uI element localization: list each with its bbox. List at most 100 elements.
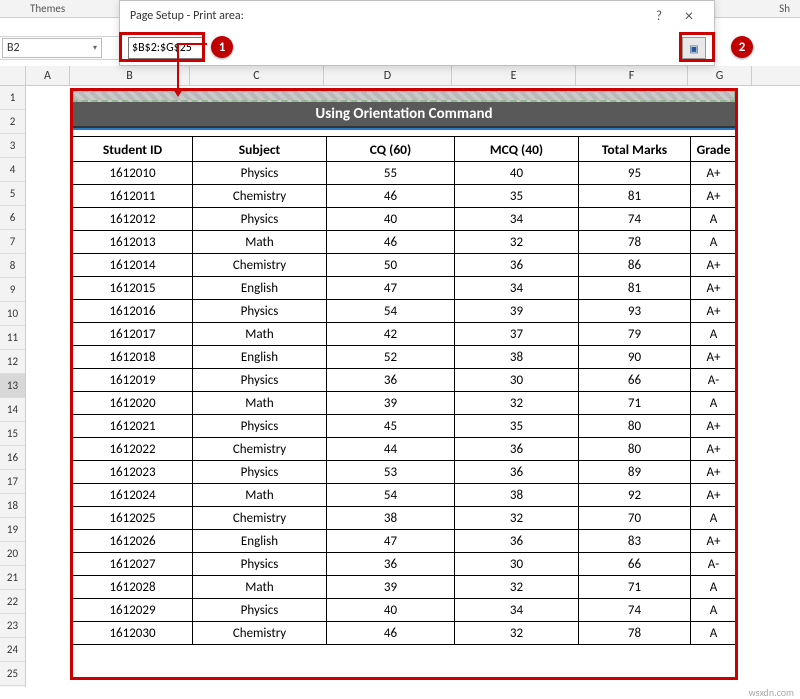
table-cell[interactable]: 34 [455,277,579,300]
table-cell[interactable]: 39 [455,300,579,323]
table-cell[interactable]: Math [193,323,327,346]
col-header-d[interactable]: D [324,66,452,85]
dialog-close-button[interactable]: × [674,7,704,26]
table-cell[interactable]: 1612020 [73,392,193,415]
table-cell[interactable]: 74 [579,208,691,231]
table-cell[interactable]: 1612014 [73,254,193,277]
table-cell[interactable]: A+ [691,438,737,461]
row-header[interactable]: 20 [0,542,25,566]
table-cell[interactable]: 55 [327,162,455,185]
table-cell[interactable]: 95 [579,162,691,185]
table-cell[interactable]: A+ [691,300,737,323]
row-header[interactable]: 15 [0,422,25,446]
print-area-input[interactable] [128,37,204,59]
table-cell[interactable]: 89 [579,461,691,484]
table-cell[interactable]: Physics [193,300,327,323]
row-header[interactable]: 13 [0,374,25,398]
row-header[interactable]: 5 [0,182,25,206]
table-cell[interactable]: 93 [579,300,691,323]
table-row[interactable]: 1612028Math393271A [73,576,737,599]
table-header-cell[interactable]: Student ID [73,137,193,162]
table-cell[interactable]: 30 [455,369,579,392]
table-cell[interactable]: 1612022 [73,438,193,461]
ribbon-themes[interactable]: Themes [30,2,65,15]
table-cell[interactable]: Chemistry [193,185,327,208]
collapse-dialog-button[interactable]: ▣ [682,37,706,59]
table-cell[interactable]: 36 [327,369,455,392]
row-header[interactable]: 6 [0,206,25,230]
table-row[interactable]: 1612022Chemistry443680A+ [73,438,737,461]
table-cell[interactable]: Physics [193,553,327,576]
row-header[interactable]: 4 [0,158,25,182]
table-cell[interactable]: 32 [455,622,579,645]
table-header-cell[interactable]: MCQ (40) [455,137,579,162]
table-cell[interactable]: Chemistry [193,507,327,530]
table-cell[interactable]: 40 [327,208,455,231]
table-cell[interactable]: 46 [327,185,455,208]
table-row[interactable]: 1612018English523890A+ [73,346,737,369]
col-header-g[interactable]: G [688,66,752,85]
row-header[interactable]: 23 [0,614,25,638]
table-cell[interactable]: 36 [455,530,579,553]
row-header[interactable]: 21 [0,566,25,590]
table-cell[interactable]: 46 [327,231,455,254]
table-cell[interactable]: 54 [327,300,455,323]
row-header[interactable]: 14 [0,398,25,422]
table-cell[interactable]: 39 [327,392,455,415]
table-cell[interactable]: Physics [193,162,327,185]
table-row[interactable]: 1612012Physics403474A [73,208,737,231]
table-cell[interactable]: 80 [579,415,691,438]
table-cell[interactable]: A+ [691,162,737,185]
table-cell[interactable]: 1612013 [73,231,193,254]
table-cell[interactable]: 1612028 [73,576,193,599]
table-cell[interactable]: A- [691,369,737,392]
table-cell[interactable]: 1612015 [73,277,193,300]
table-cell[interactable]: 92 [579,484,691,507]
table-cell[interactable]: A+ [691,346,737,369]
table-cell[interactable]: 86 [579,254,691,277]
table-cell[interactable]: 1612017 [73,323,193,346]
row-header[interactable]: 1 [0,86,25,110]
table-cell[interactable]: English [193,346,327,369]
name-box[interactable]: B2 ▾ [2,38,102,58]
table-row[interactable]: 1612016Physics543993A+ [73,300,737,323]
table-cell[interactable]: Chemistry [193,254,327,277]
table-header-cell[interactable]: CQ (60) [327,137,455,162]
table-row[interactable]: 1612013Math463278A [73,231,737,254]
table-cell[interactable]: 32 [455,507,579,530]
table-cell[interactable]: 54 [327,484,455,507]
table-cell[interactable]: 40 [455,162,579,185]
table-cell[interactable]: 78 [579,231,691,254]
table-cell[interactable]: 1612027 [73,553,193,576]
table-cell[interactable]: 66 [579,369,691,392]
table-cell[interactable]: 53 [327,461,455,484]
table-cell[interactable]: Math [193,231,327,254]
row-header[interactable]: 8 [0,254,25,278]
data-table[interactable]: Student IDSubjectCQ (60)MCQ (40)Total Ma… [72,136,737,645]
table-cell[interactable]: 1612016 [73,300,193,323]
table-cell[interactable]: 66 [579,553,691,576]
table-cell[interactable]: A [691,231,737,254]
table-row[interactable]: 1612030Chemistry463278A [73,622,737,645]
table-row[interactable]: 1612010Physics554095A+ [73,162,737,185]
row-header[interactable]: 7 [0,230,25,254]
table-cell[interactable]: 32 [455,231,579,254]
row-header[interactable]: 22 [0,590,25,614]
table-cell[interactable]: 47 [327,277,455,300]
select-all-corner[interactable] [0,66,26,85]
table-cell[interactable]: Physics [193,415,327,438]
table-cell[interactable]: A [691,507,737,530]
table-cell[interactable]: 1612030 [73,622,193,645]
table-cell[interactable]: A+ [691,461,737,484]
table-cell[interactable]: Chemistry [193,438,327,461]
row-header[interactable]: 25 [0,662,25,686]
table-cell[interactable]: Physics [193,461,327,484]
table-cell[interactable]: 1612026 [73,530,193,553]
row-header[interactable]: 12 [0,350,25,374]
table-row[interactable]: 1612027Physics363066A- [73,553,737,576]
table-cell[interactable]: A [691,622,737,645]
table-cell[interactable]: 35 [455,415,579,438]
col-header-a[interactable]: A [26,66,70,85]
table-cell[interactable]: 1612023 [73,461,193,484]
table-row[interactable]: 1612023Physics533689A+ [73,461,737,484]
